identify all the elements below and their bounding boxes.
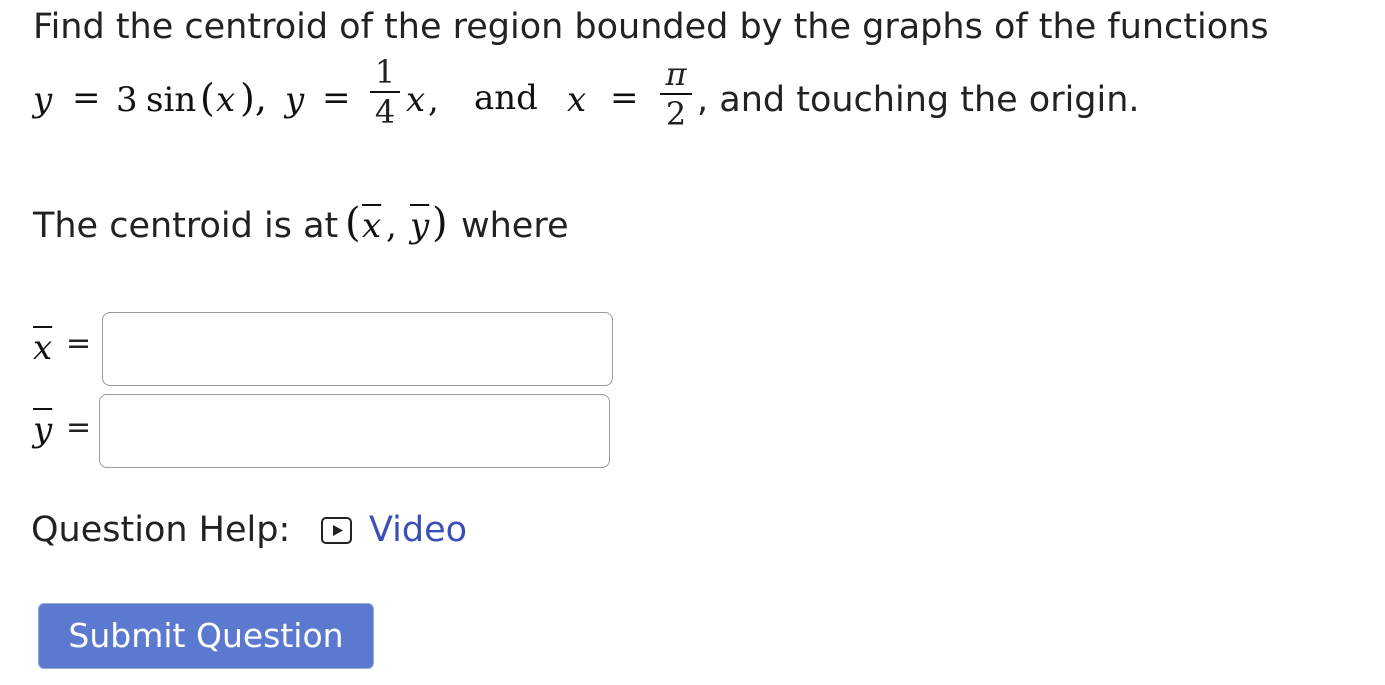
centroid-comma: , — [386, 206, 397, 246]
ybar-input[interactable] — [99, 394, 610, 468]
eq-y2: y — [285, 80, 305, 120]
question-tail: , and touching the origin. — [697, 80, 1140, 120]
eq-x: x — [406, 80, 426, 120]
ybar-label: y — [33, 410, 53, 450]
fraction-numerator: 1 — [374, 53, 396, 91]
fraction-numerator: π — [665, 55, 687, 93]
eq-equals-2: = — [322, 78, 351, 118]
question-help-label: Question Help: — [31, 510, 291, 550]
eq-paren-open: ( — [200, 76, 215, 120]
centroid-paren-close: ) — [432, 200, 448, 246]
xbar-equals: = — [66, 326, 92, 361]
eq-and: and — [474, 78, 538, 118]
fraction-pi-half: π 2 — [660, 55, 692, 133]
ybar-equals: = — [66, 410, 92, 445]
fraction-denominator: 4 — [374, 93, 396, 131]
play-icon[interactable] — [321, 517, 352, 544]
centroid-paren-open: ( — [345, 200, 361, 246]
submit-question-button[interactable]: Submit Question — [38, 603, 374, 669]
question-intro: Find the centroid of the region bounded … — [33, 7, 1269, 47]
centroid-prompt-suffix: where — [461, 206, 569, 246]
fraction-one-quarter: 1 4 — [370, 53, 400, 131]
eq-x-in-sin: x — [216, 80, 236, 120]
video-link[interactable]: Video — [369, 510, 467, 550]
eq-sin-coefficient: 3 — [116, 80, 138, 120]
centroid-prompt-prefix: The centroid is at — [33, 206, 339, 246]
fraction-denominator: 2 — [665, 95, 687, 133]
eq-sin-func: sin — [146, 80, 197, 120]
play-triangle — [333, 525, 343, 536]
eq-paren-close: ), — [240, 76, 267, 120]
eq-x2: x — [567, 80, 587, 120]
xbar-label: x — [33, 328, 53, 368]
eq-comma: , — [428, 80, 439, 120]
eq-equals-1: = — [72, 78, 101, 118]
eq-y1: y — [33, 80, 53, 120]
xbar-input[interactable] — [102, 312, 613, 386]
centroid-ybar-symbol: y — [410, 206, 430, 246]
centroid-xbar-symbol: x — [362, 206, 382, 246]
eq-equals-3: = — [610, 78, 639, 118]
